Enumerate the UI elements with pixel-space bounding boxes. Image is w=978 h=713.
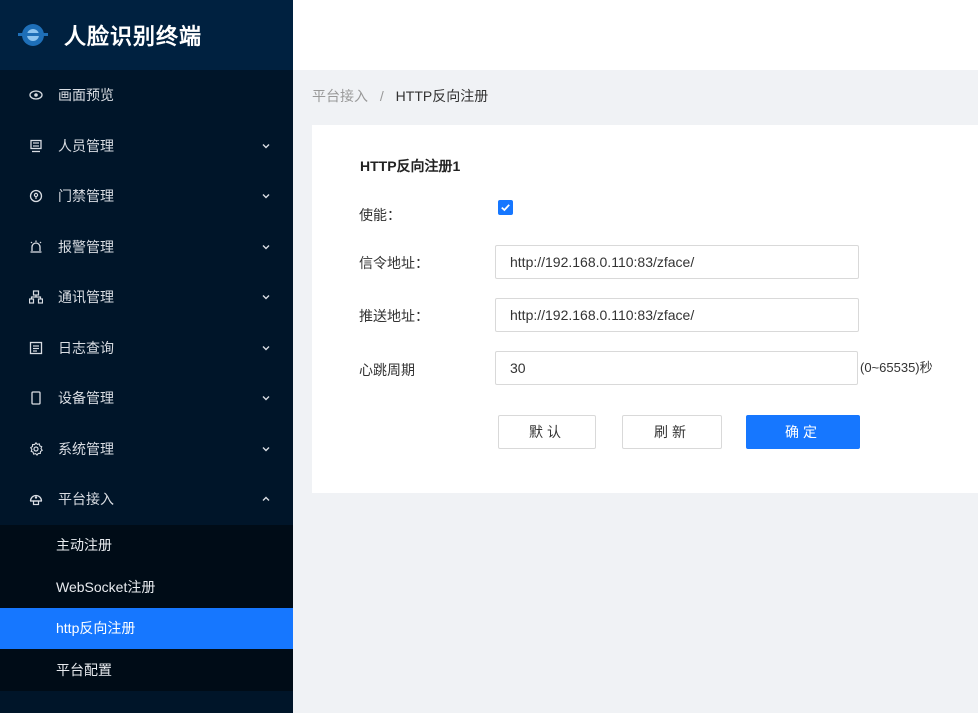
platform-icon (29, 492, 43, 506)
breadcrumb: 平台接入 / HTTP反向注册 (312, 86, 488, 106)
chevron-up-icon (262, 496, 270, 502)
breadcrumb-separator: / (379, 88, 384, 104)
sidebar-item-label: 人员管理 (58, 137, 114, 154)
door-lock-icon (29, 189, 43, 203)
sidebar-item-access[interactable]: 门禁管理 (0, 171, 293, 222)
breadcrumb-current: HTTP反向注册 (395, 88, 489, 104)
network-icon (29, 290, 43, 304)
signal-address-label: 信令地址： (359, 255, 429, 271)
refresh-button[interactable]: 刷新 (622, 415, 722, 449)
form-panel: HTTP反向注册1 使能： 信令地址： http://192.168.0.110… (312, 125, 978, 493)
sidebar-item-label: 门禁管理 (58, 188, 114, 205)
eye-icon (29, 88, 43, 102)
confirm-button[interactable]: 确定 (746, 415, 860, 449)
top-header (293, 0, 978, 70)
camera-logo-icon (18, 24, 48, 46)
breadcrumb-parent[interactable]: 平台接入 (312, 88, 368, 104)
chevron-down-icon (262, 446, 270, 452)
heartbeat-range-hint: (0~65535)秒 (860, 360, 933, 375)
enable-label: 使能： (359, 207, 401, 223)
logo-bar: 人脸识别终端 (0, 0, 293, 70)
sidebar-item-communication[interactable]: 通讯管理 (0, 272, 293, 323)
heartbeat-input[interactable]: 30 (495, 351, 858, 385)
sidebar-subitem-websocket-register[interactable]: WebSocket注册 (0, 566, 293, 608)
sidebar-item-label: 设备管理 (58, 390, 114, 407)
sidebar-item-label: 系统管理 (58, 440, 114, 457)
sidebar-subitem-active-register[interactable]: 主动注册 (0, 525, 293, 567)
sidebar-item-device[interactable]: 设备管理 (0, 373, 293, 424)
platform-submenu: 主动注册 WebSocket注册 http反向注册 平台配置 (0, 524, 293, 691)
enable-checkbox[interactable] (498, 200, 513, 215)
gear-icon (29, 441, 43, 456)
sidebar-item-log[interactable]: 日志查询 (0, 323, 293, 374)
push-address-label: 推送地址： (359, 308, 429, 324)
check-icon (501, 204, 510, 212)
chevron-down-icon (262, 345, 270, 351)
chevron-down-icon (262, 143, 270, 149)
heartbeat-label: 心跳周期 (359, 362, 415, 378)
panel-title: HTTP反向注册1 (360, 158, 461, 174)
sidebar-item-platform[interactable]: 平台接入 (0, 474, 293, 525)
sidebar-subitem-http-reverse-register[interactable]: http反向注册 (0, 607, 293, 649)
person-card-icon (29, 139, 43, 153)
chevron-down-icon (262, 295, 270, 300)
chevron-down-icon (262, 194, 270, 199)
sidebar-item-preview[interactable]: 画面预览 (0, 70, 293, 121)
push-address-input[interactable]: http://192.168.0.110:83/zface/ (495, 298, 859, 332)
sidebar-item-label: 报警管理 (58, 238, 114, 255)
log-icon (29, 341, 43, 355)
sidebar-item-label: 日志查询 (58, 339, 114, 356)
alarm-icon (29, 240, 43, 254)
sidebar-item-label: 通讯管理 (58, 289, 114, 306)
app-title: 人脸识别终端 (64, 24, 203, 49)
signal-address-input[interactable]: http://192.168.0.110:83/zface/ (495, 245, 859, 279)
sidebar: 人脸识别终端 画面预览 人员管理 门禁管理 报警管理 通讯管理 日志查询 设备管… (0, 0, 293, 713)
default-button[interactable]: 默认 (498, 415, 596, 449)
sidebar-item-alarm[interactable]: 报警管理 (0, 222, 293, 273)
sidebar-item-personnel[interactable]: 人员管理 (0, 121, 293, 172)
sidebar-item-label: 画面预览 (58, 87, 114, 104)
sidebar-item-label: 平台接入 (58, 491, 114, 508)
sidebar-item-system[interactable]: 系统管理 (0, 424, 293, 475)
chevron-down-icon (262, 244, 270, 250)
sidebar-subitem-platform-config[interactable]: 平台配置 (0, 649, 293, 691)
device-icon (29, 391, 43, 405)
chevron-down-icon (262, 396, 270, 401)
